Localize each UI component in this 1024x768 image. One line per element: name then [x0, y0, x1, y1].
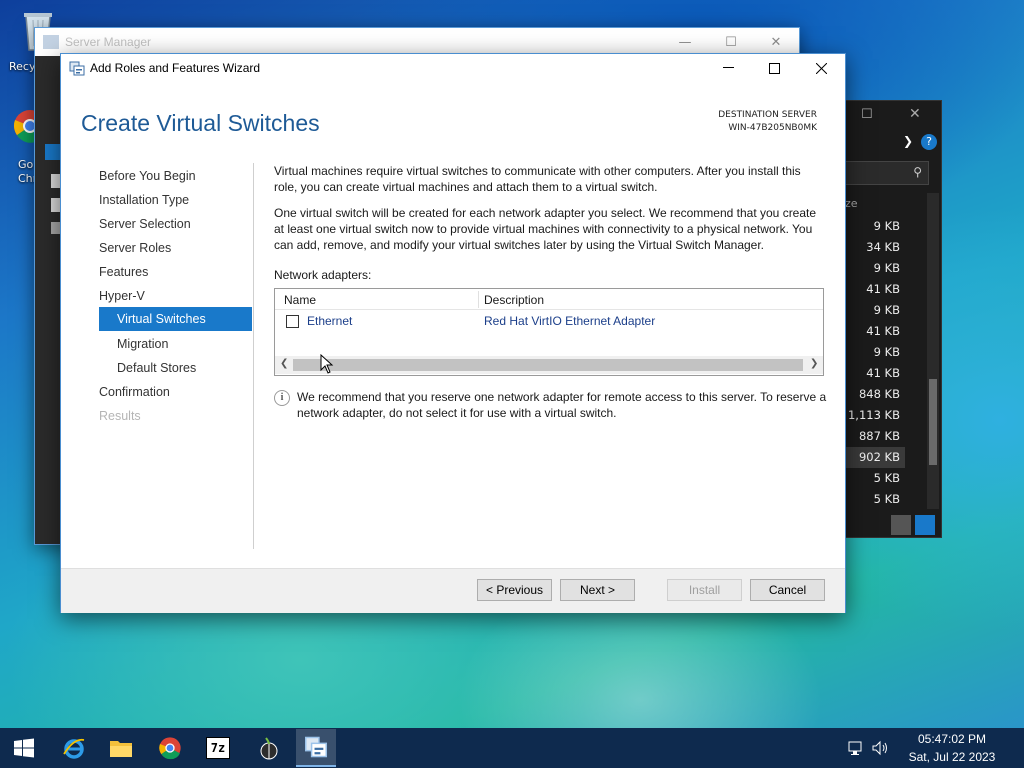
- scroll-right-icon[interactable]: ❯: [810, 358, 818, 369]
- network-adapters-label: Network adapters:: [274, 268, 372, 282]
- info-icon: i: [274, 390, 290, 406]
- nav-divider: [253, 163, 254, 549]
- nav-server-selection[interactable]: Server Selection: [99, 217, 191, 231]
- table-header: [275, 289, 823, 310]
- destination-server-value: WIN-47B205NB0MK: [728, 123, 817, 133]
- mouse-cursor-icon: [320, 353, 334, 374]
- file-explorer-icon[interactable]: [101, 729, 141, 767]
- nav-virtual-switches[interactable]: Virtual Switches: [117, 312, 206, 326]
- column-divider: [478, 291, 479, 308]
- explorer-close-icon[interactable]: ✕: [909, 106, 921, 122]
- search-icon: ⚲: [913, 165, 922, 179]
- minimize-icon[interactable]: [705, 54, 751, 82]
- wizard-window-title: Add Roles and Features Wizard: [90, 61, 261, 75]
- table-row[interactable]: Ethernet Red Hat VirtIO Ethernet Adapter: [275, 310, 823, 332]
- explorer-help-icon[interactable]: ?: [921, 134, 937, 150]
- seven-zip-icon[interactable]: 7z: [198, 729, 238, 767]
- column-header-name[interactable]: Name: [284, 293, 316, 307]
- server-manager-title: Server Manager: [65, 35, 152, 49]
- horizontal-scrollbar[interactable]: ❮ ❯: [275, 356, 823, 374]
- clock-time[interactable]: 05:47:02 PM: [900, 732, 1004, 746]
- explorer-column-header[interactable]: ze: [845, 197, 858, 210]
- tor-browser-icon[interactable]: [249, 729, 289, 767]
- wizard-window[interactable]: Add Roles and Features Wizard Create Vir…: [60, 53, 846, 613]
- nav-before-you-begin[interactable]: Before You Begin: [99, 169, 196, 183]
- server-manager-icon: [43, 35, 59, 49]
- chrome-label-1: Go: [18, 158, 34, 171]
- nav-hyper-v[interactable]: Hyper-V: [99, 289, 145, 303]
- start-button[interactable]: [4, 729, 44, 767]
- recycle-bin-label: Recy: [9, 60, 36, 73]
- explorer-search-box[interactable]: ⚲: [845, 161, 929, 185]
- wizard-app-icon: [69, 61, 85, 76]
- nav-confirmation[interactable]: Confirmation: [99, 385, 170, 399]
- column-header-description[interactable]: Description: [484, 293, 544, 307]
- nav-default-stores[interactable]: Default Stores: [117, 361, 196, 375]
- nav-features[interactable]: Features: [99, 265, 148, 279]
- recommendation-paragraph: One virtual switch will be created for e…: [274, 206, 817, 252]
- scroll-thumb[interactable]: [293, 359, 803, 371]
- close-icon[interactable]: [798, 54, 844, 82]
- explorer-expand-icon[interactable]: ❯: [903, 134, 913, 148]
- adapter-checkbox[interactable]: [286, 315, 299, 328]
- explorer-large-icons-view-icon[interactable]: [915, 515, 935, 535]
- volume-icon[interactable]: [872, 740, 890, 756]
- nav-server-roles[interactable]: Server Roles: [99, 241, 171, 255]
- explorer-scroll-thumb[interactable]: [929, 379, 937, 465]
- chrome-taskbar-icon[interactable]: [150, 729, 190, 767]
- explorer-details-view-icon[interactable]: [891, 515, 911, 535]
- cancel-button[interactable]: Cancel: [750, 579, 825, 601]
- intro-paragraph: Virtual machines require virtual switche…: [274, 164, 801, 194]
- server-manager-dashboard-icon[interactable]: [45, 144, 61, 160]
- server-manager-maximize-icon[interactable]: ☐: [708, 28, 754, 56]
- server-manager-close-icon[interactable]: ✕: [753, 28, 799, 56]
- nav-migration[interactable]: Migration: [117, 337, 168, 351]
- explorer-maximize-icon[interactable]: ☐: [861, 107, 873, 122]
- next-button[interactable]: Next >: [560, 579, 635, 601]
- scroll-left-icon[interactable]: ❮: [280, 358, 288, 369]
- server-manager-taskbar-icon[interactable]: [296, 729, 336, 767]
- clock-date[interactable]: Sat, Jul 22 2023: [900, 750, 1004, 764]
- network-icon[interactable]: [848, 740, 866, 756]
- network-adapters-table[interactable]: Name Description Ethernet Red Hat VirtIO…: [274, 288, 824, 376]
- seven-zip-label: 7z: [206, 737, 230, 759]
- previous-button[interactable]: < Previous: [477, 579, 552, 601]
- adapter-name: Ethernet: [307, 314, 353, 328]
- server-manager-minimize-icon[interactable]: —: [662, 28, 708, 56]
- install-button[interactable]: Install: [667, 579, 742, 601]
- nav-results: Results: [99, 409, 141, 423]
- destination-server-label: DESTINATION SERVER: [718, 110, 817, 120]
- maximize-icon[interactable]: [751, 54, 797, 82]
- internet-explorer-icon[interactable]: [54, 729, 94, 767]
- explorer-scrollbar[interactable]: [927, 193, 939, 509]
- nav-installation-type[interactable]: Installation Type: [99, 193, 189, 207]
- adapter-description: Red Hat VirtIO Ethernet Adapter: [484, 314, 656, 328]
- page-title: Create Virtual Switches: [81, 110, 320, 136]
- info-text: We recommend that you reserve one networ…: [297, 390, 827, 420]
